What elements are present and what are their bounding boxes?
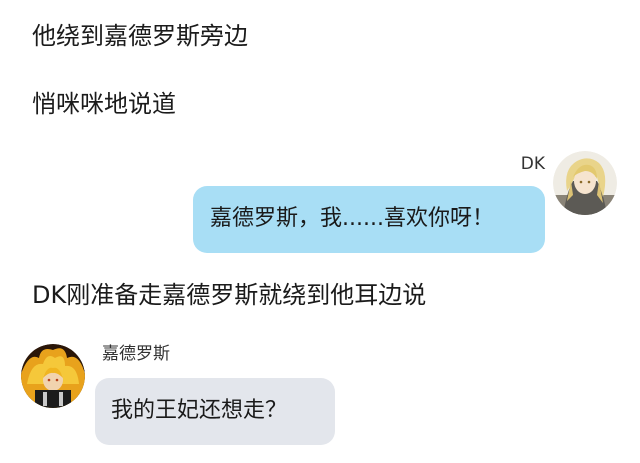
flame-hair-character-avatar-icon	[21, 344, 85, 408]
sender-name-jiadeluosi: 嘉德罗斯	[102, 344, 170, 364]
message-bubble-jiadeluosi[interactable]: 我的王妃还想走？	[95, 378, 335, 445]
narration-line-3: DK刚准备走嘉德罗斯就绕到他耳边说	[32, 281, 427, 309]
narration-line-1: 他绕到嘉德罗斯旁边	[32, 22, 248, 50]
avatar-dk[interactable]	[553, 151, 617, 215]
blonde-character-avatar-icon	[553, 151, 617, 215]
avatar-jiadeluosi[interactable]	[21, 344, 85, 408]
message-bubble-dk[interactable]: 嘉德罗斯，我......喜欢你呀！	[193, 186, 545, 253]
narration-line-2: 悄咪咪地说道	[32, 90, 176, 118]
sender-name-dk: DK	[520, 154, 545, 174]
